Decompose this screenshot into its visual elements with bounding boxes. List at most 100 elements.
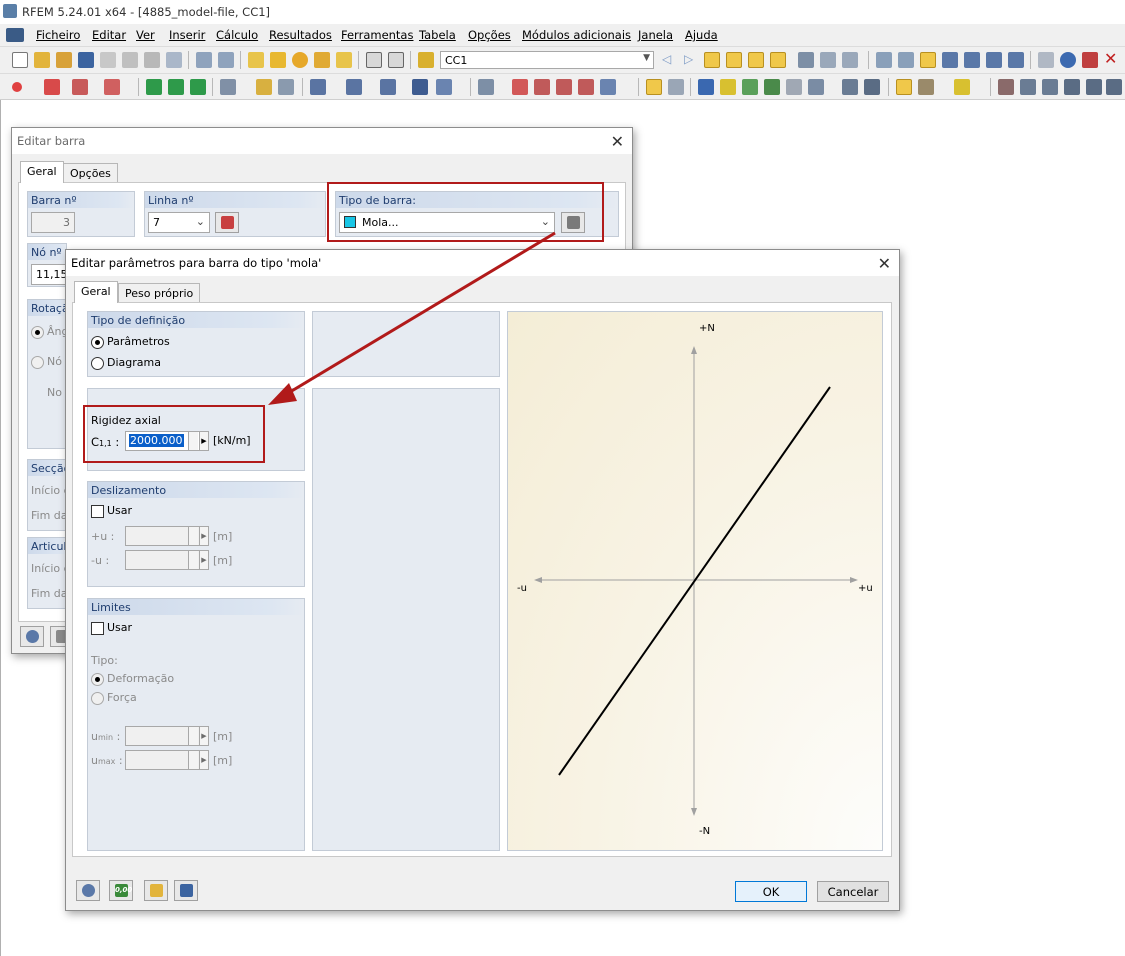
tab-opcoes[interactable]: Opções xyxy=(63,163,118,183)
menu-inserir[interactable]: Inserir xyxy=(169,28,205,42)
ortho-icon[interactable] xyxy=(920,52,936,68)
limits-use-checkbox[interactable] xyxy=(91,622,104,635)
redo-icon[interactable] xyxy=(218,52,234,68)
line-no-combo[interactable]: 7 ⌄ xyxy=(148,212,210,233)
model-box-icon[interactable] xyxy=(436,79,452,95)
section-view-icon[interactable] xyxy=(820,52,836,68)
target-icon[interactable] xyxy=(292,52,308,68)
app-menu-icon[interactable] xyxy=(6,28,24,42)
menu-ver[interactable]: Ver xyxy=(136,28,155,42)
ruler-icon[interactable] xyxy=(786,79,802,95)
menu-ficheiro[interactable]: Ficheiro xyxy=(36,28,80,42)
rotate-icon[interactable] xyxy=(1060,52,1076,68)
nodal-load-icon[interactable] xyxy=(578,79,594,95)
member-set-icon[interactable] xyxy=(256,79,272,95)
generate-icon[interactable] xyxy=(646,79,662,95)
edit-icon[interactable] xyxy=(248,52,264,68)
cube-icon[interactable] xyxy=(742,79,758,95)
show-results-icon[interactable] xyxy=(704,52,720,68)
tab-geral[interactable]: Geral xyxy=(74,281,118,303)
mesh-icon[interactable] xyxy=(698,79,714,95)
load-case-icon[interactable] xyxy=(418,52,434,68)
menu-resultados[interactable]: Resultados xyxy=(269,28,332,42)
print-icon[interactable] xyxy=(100,52,116,68)
surface-load-icon[interactable] xyxy=(534,79,550,95)
close-icon[interactable]: ✕ xyxy=(878,254,891,273)
close-icon[interactable]: ✕ xyxy=(611,132,624,151)
menu-tabela[interactable]: Tabela xyxy=(419,28,456,42)
member-load-icon[interactable] xyxy=(512,79,528,95)
next-icon[interactable]: ▷ xyxy=(684,52,700,68)
help-button[interactable] xyxy=(20,626,44,647)
line-icon[interactable] xyxy=(44,79,60,95)
view-icon[interactable] xyxy=(798,52,814,68)
grid-table-icon[interactable] xyxy=(864,79,880,95)
layers-icon[interactable] xyxy=(808,79,824,95)
calculator-button[interactable]: 0,00 xyxy=(109,880,133,901)
help-button[interactable] xyxy=(76,880,100,901)
tree-icon[interactable] xyxy=(764,79,780,95)
solid-icon[interactable] xyxy=(380,79,396,95)
slip-plus-u-input[interactable]: ▶ xyxy=(125,526,209,546)
box-icon[interactable] xyxy=(412,79,428,95)
menu-ferramentas[interactable]: Ferramentas xyxy=(341,28,413,42)
coordinate-icon[interactable] xyxy=(942,52,958,68)
xxx-labels-icon[interactable] xyxy=(770,52,786,68)
menu-modulos-adicionais[interactable]: Módulos adicionais xyxy=(522,28,631,42)
parameters-radio[interactable] xyxy=(91,336,104,349)
view-x-icon[interactable] xyxy=(1064,79,1080,95)
guideline-icon[interactable] xyxy=(1008,52,1024,68)
measure-icon[interactable] xyxy=(1038,52,1054,68)
member-icon[interactable] xyxy=(220,79,236,95)
open-button[interactable] xyxy=(144,880,168,901)
load-case-combo[interactable]: CC1 ▼ xyxy=(440,51,654,69)
isometric-icon[interactable] xyxy=(998,79,1014,95)
wizard-icon[interactable] xyxy=(668,79,684,95)
cancel-button[interactable]: Cancelar xyxy=(817,881,889,902)
nodal-support-icon[interactable] xyxy=(168,79,184,95)
view-z-icon[interactable] xyxy=(1106,79,1122,95)
menu-calculo[interactable]: Cálculo xyxy=(216,28,258,42)
ok-button[interactable]: OK xyxy=(735,881,807,902)
table-grid-icon[interactable] xyxy=(388,52,404,68)
arc-icon[interactable] xyxy=(72,79,88,95)
results-table-icon[interactable] xyxy=(842,52,858,68)
tab-geral[interactable]: Geral xyxy=(20,161,64,183)
imposed-icon[interactable] xyxy=(600,79,616,95)
save-button[interactable] xyxy=(174,880,198,901)
diagram-radio[interactable] xyxy=(91,357,104,370)
xxx-values-icon[interactable] xyxy=(726,52,742,68)
new-file-icon[interactable] xyxy=(12,52,28,68)
undo-icon[interactable] xyxy=(196,52,212,68)
previous-icon[interactable]: ◁ xyxy=(662,52,678,68)
mirror-icon[interactable] xyxy=(1082,52,1098,68)
table-icon[interactable] xyxy=(366,52,382,68)
section-icon[interactable] xyxy=(842,79,858,95)
zoom-icon[interactable] xyxy=(270,52,286,68)
menu-ajuda[interactable]: Ajuda xyxy=(685,28,718,42)
slip-use-checkbox[interactable] xyxy=(91,505,104,518)
tab-peso-proprio[interactable]: Peso próprio xyxy=(118,283,201,303)
select-line-button[interactable] xyxy=(215,212,239,233)
node-icon[interactable] xyxy=(12,82,22,92)
deformation-radio[interactable] xyxy=(91,673,104,686)
view-y-icon[interactable] xyxy=(1086,79,1102,95)
workplane-icon[interactable] xyxy=(964,52,980,68)
dimension-icon[interactable] xyxy=(986,52,1002,68)
polyline-icon[interactable] xyxy=(104,79,120,95)
surface-support-icon[interactable] xyxy=(190,79,206,95)
menu-janela[interactable]: Janela xyxy=(638,28,673,42)
preview-icon[interactable] xyxy=(166,52,182,68)
save-icon[interactable] xyxy=(78,52,94,68)
zoom-window-icon[interactable] xyxy=(1020,79,1036,95)
node-radio[interactable] xyxy=(31,356,44,369)
snap-icon[interactable] xyxy=(898,52,914,68)
print-graphic-icon[interactable] xyxy=(122,52,138,68)
surface-icon[interactable] xyxy=(310,79,326,95)
delete-icon[interactable]: ✕ xyxy=(1104,51,1120,68)
support-icon[interactable] xyxy=(146,79,162,95)
print-report-icon[interactable] xyxy=(144,52,160,68)
export-icon[interactable] xyxy=(918,79,934,95)
slip-minus-u-input[interactable]: ▶ xyxy=(125,550,209,570)
umin-input[interactable]: ▶ xyxy=(125,726,209,746)
